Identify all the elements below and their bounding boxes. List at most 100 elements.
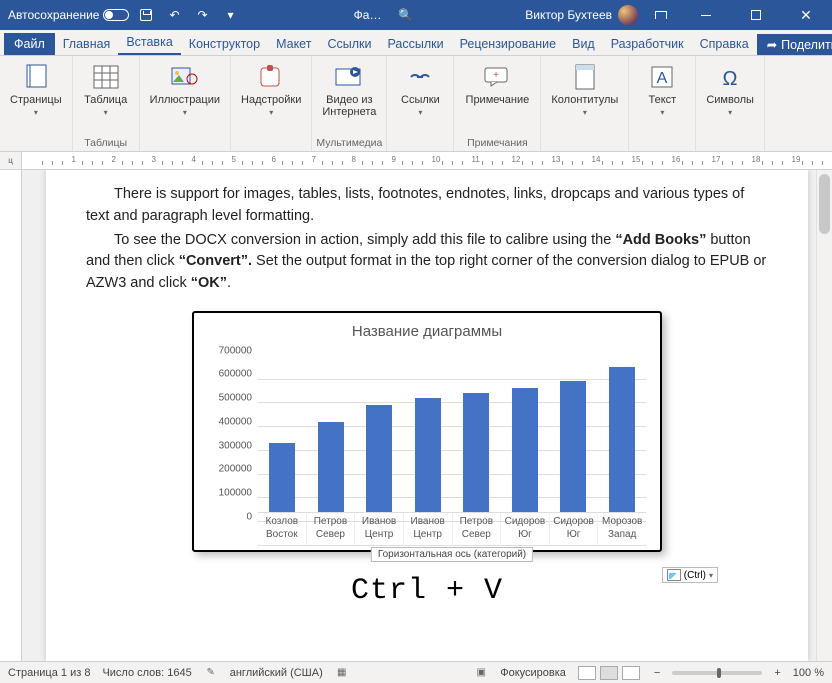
chart-bar	[463, 393, 489, 512]
video-icon	[333, 62, 365, 92]
online-video-button[interactable]: Видео изИнтернета	[316, 58, 382, 118]
group-media-label: Мультимедиа	[316, 137, 382, 151]
zoom-in-button[interactable]: +	[774, 667, 780, 679]
chart-x-label: ПетровСевер	[306, 512, 355, 546]
search-icon[interactable]: 🔍	[398, 8, 413, 22]
redo-button[interactable]: ↷	[191, 4, 213, 26]
chart-bar	[512, 388, 538, 511]
headerfooter-button[interactable]: Колонтитулы▾	[545, 58, 624, 118]
chart-bar	[609, 367, 635, 512]
svg-text:+: +	[493, 70, 499, 81]
tab-references[interactable]: Ссылки	[319, 33, 379, 55]
vertical-scrollbar[interactable]	[816, 170, 832, 661]
status-wordcount[interactable]: Число слов: 1645	[102, 667, 191, 679]
qat-more-button[interactable]: ▾	[219, 4, 241, 26]
chart-bar	[560, 381, 586, 511]
status-focus[interactable]: Фокусировка	[500, 667, 566, 679]
illustrations-button[interactable]: Иллюстрации▾	[144, 58, 226, 118]
zoom-slider[interactable]	[672, 671, 762, 675]
chart-title: Название диаграммы	[204, 323, 650, 340]
macro-icon[interactable]: ▦	[335, 666, 349, 680]
ribbon-options-button[interactable]	[644, 0, 678, 30]
tab-design[interactable]: Конструктор	[181, 33, 268, 55]
document-title: Фа…	[354, 8, 382, 22]
paste-options-button[interactable]: (Ctrl) ▾	[662, 567, 718, 583]
document-page: There is support for images, tables, lis…	[46, 170, 808, 661]
autosave-label: Автосохранение	[8, 8, 99, 22]
avatar[interactable]	[618, 5, 638, 25]
tab-layout[interactable]: Макет	[268, 33, 319, 55]
title-bar: Автосохранение ↶ ↷ ▾ Фа… 🔍 Виктор Бухтее…	[0, 0, 832, 30]
chart-plot: 0100000200000300000400000500000600000700…	[258, 346, 646, 546]
autosave-toggle[interactable]: Автосохранение	[8, 8, 129, 22]
tab-developer[interactable]: Разработчик	[603, 33, 692, 55]
workspace: There is support for images, tables, lis…	[0, 170, 832, 661]
view-web-button[interactable]	[622, 666, 640, 680]
chart-bar	[269, 443, 295, 512]
page-area[interactable]: There is support for images, tables, lis…	[22, 170, 832, 661]
table-icon	[90, 62, 122, 92]
chart-x-label: СидоровЮг	[549, 512, 598, 546]
group-comments-label: Примечания	[458, 137, 536, 151]
tab-insert[interactable]: Вставка	[118, 31, 180, 55]
save-button[interactable]	[135, 4, 157, 26]
share-icon: ➦	[767, 37, 777, 52]
illustrations-icon	[169, 62, 201, 92]
zoom-value[interactable]: 100 %	[793, 667, 824, 679]
embedded-chart[interactable]: Название диаграммы 010000020000030000040…	[192, 311, 662, 552]
body-text[interactable]: There is support for images, tables, lis…	[86, 184, 768, 295]
vertical-ruler[interactable]	[0, 170, 22, 661]
focus-icon: ▣	[474, 666, 488, 680]
view-switcher	[578, 666, 642, 680]
paste-icon	[667, 569, 681, 581]
chart-x-label: МорозовЗапад	[597, 512, 646, 546]
chart-x-label: ПетровСевер	[452, 512, 501, 546]
text-icon: A	[646, 62, 678, 92]
svg-text:A: A	[657, 70, 668, 87]
view-read-button[interactable]	[578, 666, 596, 680]
ruler-corner: ц	[0, 152, 22, 170]
pages-icon	[20, 62, 52, 92]
status-page[interactable]: Страница 1 из 8	[8, 667, 90, 679]
status-language[interactable]: английский (США)	[230, 667, 323, 679]
ribbon-tabs: Файл Главная Вставка Конструктор Макет С…	[0, 30, 832, 56]
chart-bar	[366, 405, 392, 512]
chart-x-label: СидоровЮг	[500, 512, 549, 546]
table-button[interactable]: Таблица▾	[77, 58, 135, 118]
tab-mailings[interactable]: Рассылки	[379, 33, 451, 55]
addins-button[interactable]: Надстройки▾	[235, 58, 307, 118]
share-button[interactable]: ➦Поделиться	[757, 34, 832, 55]
tab-view[interactable]: Вид	[564, 33, 603, 55]
comment-button[interactable]: + Примечание	[458, 58, 536, 106]
pages-button[interactable]: Страницы▾	[4, 58, 68, 118]
scrollbar-thumb[interactable]	[819, 174, 830, 234]
symbols-button[interactable]: Ω Символы▾	[700, 58, 760, 118]
toggle-off-icon	[103, 9, 129, 21]
zoom-out-button[interactable]: −	[654, 667, 660, 679]
comment-icon: +	[481, 62, 513, 92]
horizontal-ruler[interactable]: ц 1234567891011121314151617181920	[0, 152, 832, 170]
close-icon: ✕	[800, 7, 812, 24]
headerfooter-icon	[569, 62, 601, 92]
undo-button[interactable]: ↶	[163, 4, 185, 26]
links-icon	[404, 62, 436, 92]
text-button[interactable]: A Текст▾	[633, 58, 691, 118]
chart-bar	[318, 422, 344, 512]
spellcheck-icon[interactable]: ✎	[204, 666, 218, 680]
symbols-icon: Ω	[714, 62, 746, 92]
tab-file[interactable]: Файл	[4, 33, 55, 55]
tab-review[interactable]: Рецензирование	[452, 33, 565, 55]
maximize-button[interactable]	[734, 0, 778, 30]
close-button[interactable]: ✕	[784, 0, 828, 30]
tab-help[interactable]: Справка	[692, 33, 757, 55]
group-tables-label: Таблицы	[77, 137, 135, 151]
links-button[interactable]: Ссылки▾	[391, 58, 449, 118]
addins-icon	[255, 62, 287, 92]
user-name: Виктор Бухтеев	[525, 8, 612, 22]
minimize-button[interactable]	[684, 0, 728, 30]
paragraph: To see the DOCX conversion in action, si…	[86, 230, 768, 295]
tab-home[interactable]: Главная	[55, 33, 119, 55]
paragraph: There is support for images, tables, lis…	[86, 184, 768, 228]
view-print-button[interactable]	[600, 666, 618, 680]
chart-bar	[415, 398, 441, 512]
